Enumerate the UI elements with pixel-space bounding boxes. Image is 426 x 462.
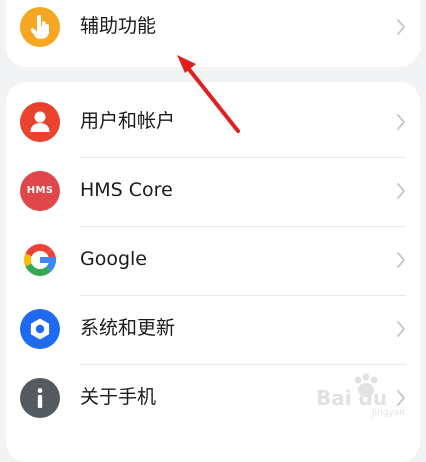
hms-core-icon: HMS: [20, 171, 60, 211]
user-account-icon: [20, 102, 60, 142]
settings-item-google[interactable]: Google: [6, 226, 420, 295]
watermark-subtext: jingyan: [372, 408, 405, 418]
chevron-right-icon: [396, 251, 406, 269]
system-gear-icon: [20, 309, 60, 349]
settings-item-hms-core[interactable]: HMS HMS Core: [6, 157, 420, 226]
settings-item-label: 用户和帐户: [80, 110, 176, 132]
settings-item-users-accounts[interactable]: 用户和帐户: [6, 88, 420, 157]
settings-item-label: HMS Core: [80, 179, 173, 201]
settings-item-label: 辅助功能: [80, 15, 157, 37]
chevron-right-icon: [396, 18, 406, 36]
settings-item-label: 系统和更新: [80, 317, 176, 339]
hms-icon-text: HMS: [26, 185, 54, 196]
accessibility-hand-icon: [20, 7, 60, 47]
info-icon: [20, 378, 60, 418]
settings-item-label: 关于手机: [80, 386, 157, 408]
settings-item-accessibility[interactable]: 辅助功能: [6, 0, 420, 62]
settings-item-system-updates[interactable]: 系统和更新: [6, 295, 420, 364]
settings-item-label: Google: [80, 248, 148, 270]
watermark-text: Bai du: [316, 386, 388, 410]
settings-group-accessibility: 辅助功能: [6, 0, 420, 67]
google-logo-icon: [20, 240, 60, 280]
chevron-right-icon: [396, 320, 406, 338]
watermark: Bai du jingyan: [316, 372, 420, 422]
chevron-right-icon: [396, 113, 406, 131]
chevron-right-icon: [396, 182, 406, 200]
